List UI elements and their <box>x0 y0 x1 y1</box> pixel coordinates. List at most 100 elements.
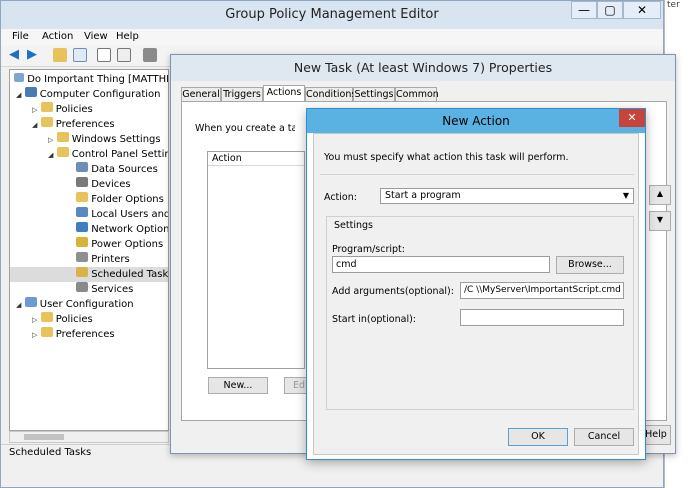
action-instructions: You must specify what action this task w… <box>324 152 569 163</box>
new-action-button[interactable]: New... <box>208 377 268 394</box>
folder-icon <box>40 327 53 337</box>
collapse-arrow-icon[interactable]: ◢ <box>32 121 37 129</box>
user-icon <box>24 297 37 307</box>
folder-icon <box>40 117 53 127</box>
properties-titlebar[interactable]: New Task (At least Windows 7) Properties <box>171 55 675 81</box>
cancel-button[interactable]: Cancel <box>574 428 634 446</box>
tree-user-policies[interactable]: ▷ Policies <box>10 312 168 327</box>
data-sources-icon <box>76 162 88 172</box>
start-in-input[interactable] <box>460 309 624 326</box>
arguments-input[interactable]: /C \\MyServer\ImportantScript.cmd <box>460 282 624 299</box>
maximize-button[interactable]: ▢ <box>597 1 623 19</box>
collapse-arrow-icon[interactable]: ◢ <box>48 151 53 159</box>
tab-conditions[interactable]: Conditions <box>305 87 356 101</box>
tab-settings[interactable]: Settings <box>353 87 395 101</box>
action-label: Action: <box>324 192 357 203</box>
new-action-titlebar[interactable]: New Action <box>307 109 645 133</box>
tree-control-panel-settings[interactable]: ◢ Control Panel Setting <box>10 147 168 162</box>
menu-view[interactable]: View <box>81 29 111 45</box>
tree-item-power-options[interactable]: Power Options <box>10 237 168 252</box>
chevron-down-icon: ▼ <box>656 215 664 224</box>
services-icon <box>76 282 88 292</box>
minimize-button[interactable]: — <box>571 1 597 19</box>
console-tree: Do Important Thing [MATTHEV ◢ Computer C… <box>9 69 169 431</box>
expand-arrow-icon[interactable]: ▷ <box>32 331 37 339</box>
folder-options-icon <box>76 192 88 202</box>
tree-item-data-sources[interactable]: Data Sources <box>10 162 168 177</box>
users-icon <box>76 207 88 217</box>
move-up-button[interactable]: ▲ <box>649 185 671 205</box>
tree-root[interactable]: Do Important Thing [MATTHEV <box>10 72 168 87</box>
document-icon[interactable] <box>97 48 111 62</box>
divider <box>320 174 634 175</box>
printer-icon <box>76 252 88 262</box>
tab-triggers[interactable]: Triggers <box>221 87 263 101</box>
background-window-text: ter <box>667 0 680 10</box>
tree-item-local-users[interactable]: Local Users and G <box>10 207 168 222</box>
tree-item-scheduled-tasks[interactable]: Scheduled Tasks <box>10 267 168 282</box>
close-window-button[interactable]: ✕ <box>623 1 661 19</box>
expand-arrow-icon[interactable]: ▷ <box>32 106 37 114</box>
computer-icon <box>24 87 37 97</box>
clipboard-icon[interactable] <box>117 48 131 62</box>
gpme-titlebar[interactable]: Group Policy Management Editor <box>1 1 663 29</box>
tree-item-printers[interactable]: Printers <box>10 252 168 267</box>
collapse-arrow-icon[interactable]: ◢ <box>16 91 21 99</box>
action-select[interactable]: Start a program ▼ <box>380 188 634 204</box>
new-action-dialog: New Action ✕ You must specify what actio… <box>306 108 646 460</box>
menu-help[interactable]: Help <box>113 29 142 45</box>
printer-icon[interactable] <box>143 48 157 62</box>
start-in-label: Start in(optional): <box>332 314 417 325</box>
folder-icon <box>40 102 53 112</box>
tree-item-services[interactable]: Services <box>10 282 168 297</box>
devices-icon <box>76 177 88 187</box>
tree-item-devices[interactable]: Devices <box>10 177 168 192</box>
settings-legend: Settings <box>334 220 373 231</box>
scheduled-tasks-icon <box>76 267 88 277</box>
tree-horizontal-scrollbar[interactable] <box>9 431 169 443</box>
show-tree-icon[interactable] <box>73 48 87 62</box>
tree-preferences[interactable]: ◢ Preferences <box>10 117 168 132</box>
collapse-arrow-icon[interactable]: ◢ <box>16 301 21 309</box>
tree-windows-settings[interactable]: ▷ Windows Settings <box>10 132 168 147</box>
properties-title: New Task (At least Windows 7) Properties <box>293 60 553 75</box>
network-icon <box>76 222 88 232</box>
menu-file[interactable]: File <box>9 29 32 45</box>
tab-general[interactable]: General <box>181 87 221 101</box>
expand-arrow-icon[interactable]: ▷ <box>48 136 53 144</box>
move-down-button[interactable]: ▼ <box>649 211 671 231</box>
chevron-down-icon[interactable]: ▼ <box>623 189 629 203</box>
tree-user-configuration[interactable]: ◢ User Configuration <box>10 297 168 312</box>
action-select-value: Start a program <box>385 190 461 201</box>
up-folder-icon[interactable] <box>53 48 67 62</box>
tree-item-network-options[interactable]: Network Options <box>10 222 168 237</box>
folder-icon <box>56 147 69 157</box>
new-action-title: New Action <box>442 114 510 128</box>
tab-common[interactable]: Common <box>395 87 439 101</box>
action-column-header[interactable]: Action <box>208 152 304 166</box>
arguments-label: Add arguments(optional): <box>332 286 454 297</box>
menu-action[interactable]: Action <box>39 29 76 45</box>
browse-button[interactable]: Browse... <box>556 256 624 274</box>
back-icon[interactable]: ◀ <box>9 48 23 62</box>
close-icon[interactable]: ✕ <box>619 109 645 127</box>
gpme-title: Group Policy Management Editor <box>225 7 439 22</box>
tree-policies[interactable]: ▷ Policies <box>10 102 168 117</box>
program-script-input[interactable]: cmd <box>332 256 550 273</box>
new-action-body: You must specify what action this task w… <box>313 133 639 455</box>
scrollbar-thumb[interactable] <box>24 434 64 440</box>
status-text: Scheduled Tasks <box>9 447 92 458</box>
actions-description: When you create a task, <box>195 123 295 134</box>
tab-actions[interactable]: Actions <box>263 85 305 102</box>
action-list[interactable]: Action <box>207 151 305 369</box>
expand-arrow-icon[interactable]: ▷ <box>32 316 37 324</box>
ok-button[interactable]: OK <box>508 428 568 446</box>
power-icon <box>76 237 88 247</box>
tree-item-folder-options[interactable]: Folder Options <box>10 192 168 207</box>
tree-user-preferences[interactable]: ▷ Preferences <box>10 327 168 342</box>
chevron-up-icon: ▲ <box>656 189 664 198</box>
forward-icon[interactable]: ▶ <box>27 48 41 62</box>
tree-computer-configuration[interactable]: ◢ Computer Configuration <box>10 87 168 102</box>
program-script-label: Program/script: <box>332 244 405 255</box>
folder-icon <box>40 312 53 322</box>
